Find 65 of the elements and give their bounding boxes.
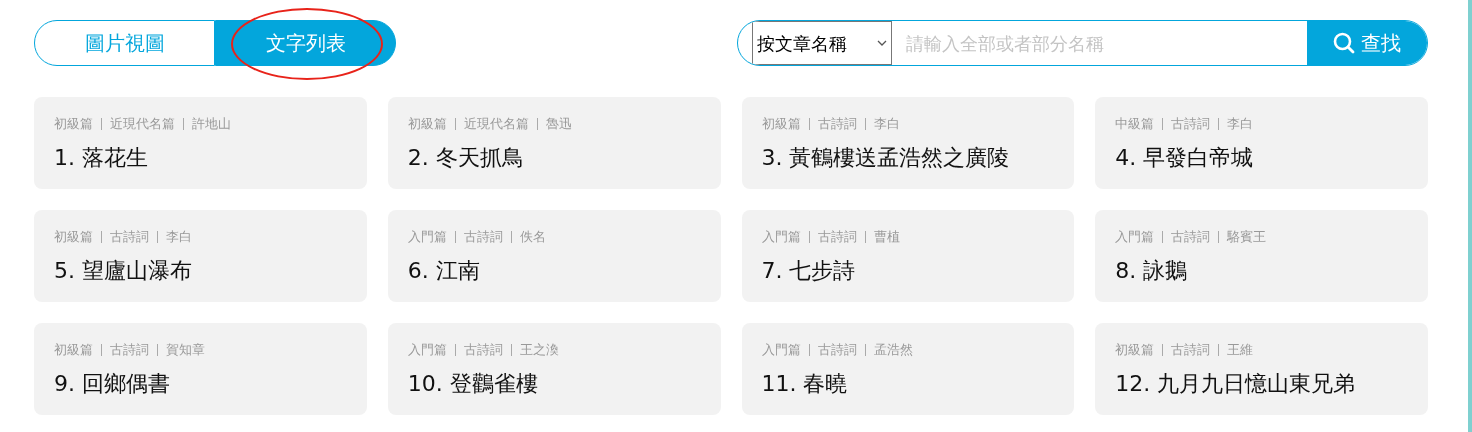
- article-title: 3. 黃鶴樓送孟浩然之廣陵: [761, 144, 1010, 172]
- article-tag: 賀知章: [166, 340, 205, 360]
- article-title: 4. 早發白帝城: [1115, 144, 1254, 172]
- article-tag: 佚名: [519, 227, 546, 247]
- search-icon: [1333, 32, 1355, 54]
- article-tag: 入門篇: [407, 227, 447, 247]
- article-card[interactable]: 入門篇 古詩詞 佚名 6. 江南: [387, 210, 721, 302]
- article-title: 6. 江南: [407, 257, 480, 285]
- article-title: 2. 冬天抓鳥: [407, 144, 524, 172]
- article-card[interactable]: 初級篇 古詩詞 王維 12. 九月九日憶山東兄弟: [1095, 323, 1428, 415]
- article-card[interactable]: 入門篇 古詩詞 曹植 7. 七步詩: [741, 210, 1075, 302]
- article-title: 5. 望廬山瀑布: [54, 257, 192, 285]
- article-tag: 入門篇: [761, 340, 801, 360]
- article-tag: 李白: [1227, 114, 1254, 134]
- search-bar[interactable]: 按文章名稱 請輸入全部或者部分名稱 查找: [737, 20, 1428, 66]
- article-card[interactable]: 入門篇 古詩詞 王之渙 10. 登鸛雀樓: [387, 323, 721, 415]
- article-tag: 古詩詞: [110, 340, 149, 360]
- article-tag: 初級篇: [54, 114, 93, 134]
- scope-dropdown[interactable]: 按文章名稱: [752, 21, 892, 65]
- article-tag: 初級篇: [54, 340, 93, 360]
- article-card[interactable]: 初級篇 古詩詞 賀知章 9. 回鄉偶書: [34, 323, 367, 415]
- article-tag: 古詩詞: [1171, 114, 1211, 134]
- article-title: 8. 詠鵝: [1115, 257, 1188, 285]
- article-card[interactable]: 初級篇 近現代名篇 魯迅 2. 冬天抓鳥: [387, 97, 721, 189]
- article-tag: 古詩詞: [463, 227, 503, 247]
- article-tag: 入門篇: [1115, 227, 1155, 247]
- article-tag: 古詩詞: [463, 340, 503, 360]
- article-tag: 入門篇: [407, 340, 447, 360]
- article-card[interactable]: 入門篇 古詩詞 孟浩然 11. 春曉: [741, 323, 1075, 415]
- article-tag: 駱賓王: [1227, 227, 1267, 247]
- article-tag: 入門篇: [761, 227, 801, 247]
- article-tag: 古詩詞: [817, 227, 857, 247]
- article-tag: 初級篇: [54, 227, 93, 247]
- article-tag: 古詩詞: [1171, 340, 1211, 360]
- article-tag: 初級篇: [761, 114, 801, 134]
- chevron-down-icon: [877, 40, 887, 46]
- article-tag: 近現代名篇: [463, 114, 529, 134]
- article-tag: 曹植: [873, 227, 900, 247]
- article-title: 1. 落花生: [54, 144, 148, 172]
- article-card[interactable]: 中級篇 古詩詞 李白 4. 早發白帝城: [1095, 97, 1428, 189]
- article-tag: 王維: [1227, 340, 1254, 360]
- article-tag: 中級篇: [1115, 114, 1155, 134]
- article-tag: 王之渙: [519, 340, 559, 360]
- article-tag: 初級篇: [407, 114, 447, 134]
- article-tag: 孟浩然: [873, 340, 913, 360]
- article-tag: 李白: [873, 114, 900, 134]
- article-card[interactable]: 初級篇 古詩詞 李白 5. 望廬山瀑布: [34, 210, 367, 302]
- article-tag: 古詩詞: [110, 227, 149, 247]
- article-tag: 初級篇: [1115, 340, 1155, 360]
- article-card[interactable]: 初級篇 古詩詞 李白 3. 黃鶴樓送孟浩然之廣陵: [741, 97, 1075, 189]
- article-title: 12. 九月九日憶山東兄弟: [1115, 370, 1356, 398]
- search-field[interactable]: 請輸入全部或者部分名稱: [892, 21, 1307, 65]
- article-card[interactable]: 初級篇 近現代名篇 許地山 1. 落花生: [34, 97, 367, 189]
- article-tag: 古詩詞: [817, 340, 857, 360]
- article-title: 11. 春曉: [761, 370, 848, 398]
- article-tag: 近現代名篇: [110, 114, 175, 134]
- article-tag: 許地山: [192, 114, 231, 134]
- article-tag: 古詩詞: [1171, 227, 1211, 247]
- article-tag: 李白: [166, 227, 192, 247]
- article-title: 9. 回鄉偶書: [54, 370, 170, 398]
- article-tag: 古詩詞: [817, 114, 857, 134]
- article-title: 10. 登鸛雀樓: [407, 370, 538, 398]
- article-card[interactable]: 入門篇 古詩詞 駱賓王 8. 詠鵝: [1095, 210, 1428, 302]
- article-title: 7. 七步詩: [761, 257, 856, 285]
- article-tag: 魯迅: [545, 114, 572, 134]
